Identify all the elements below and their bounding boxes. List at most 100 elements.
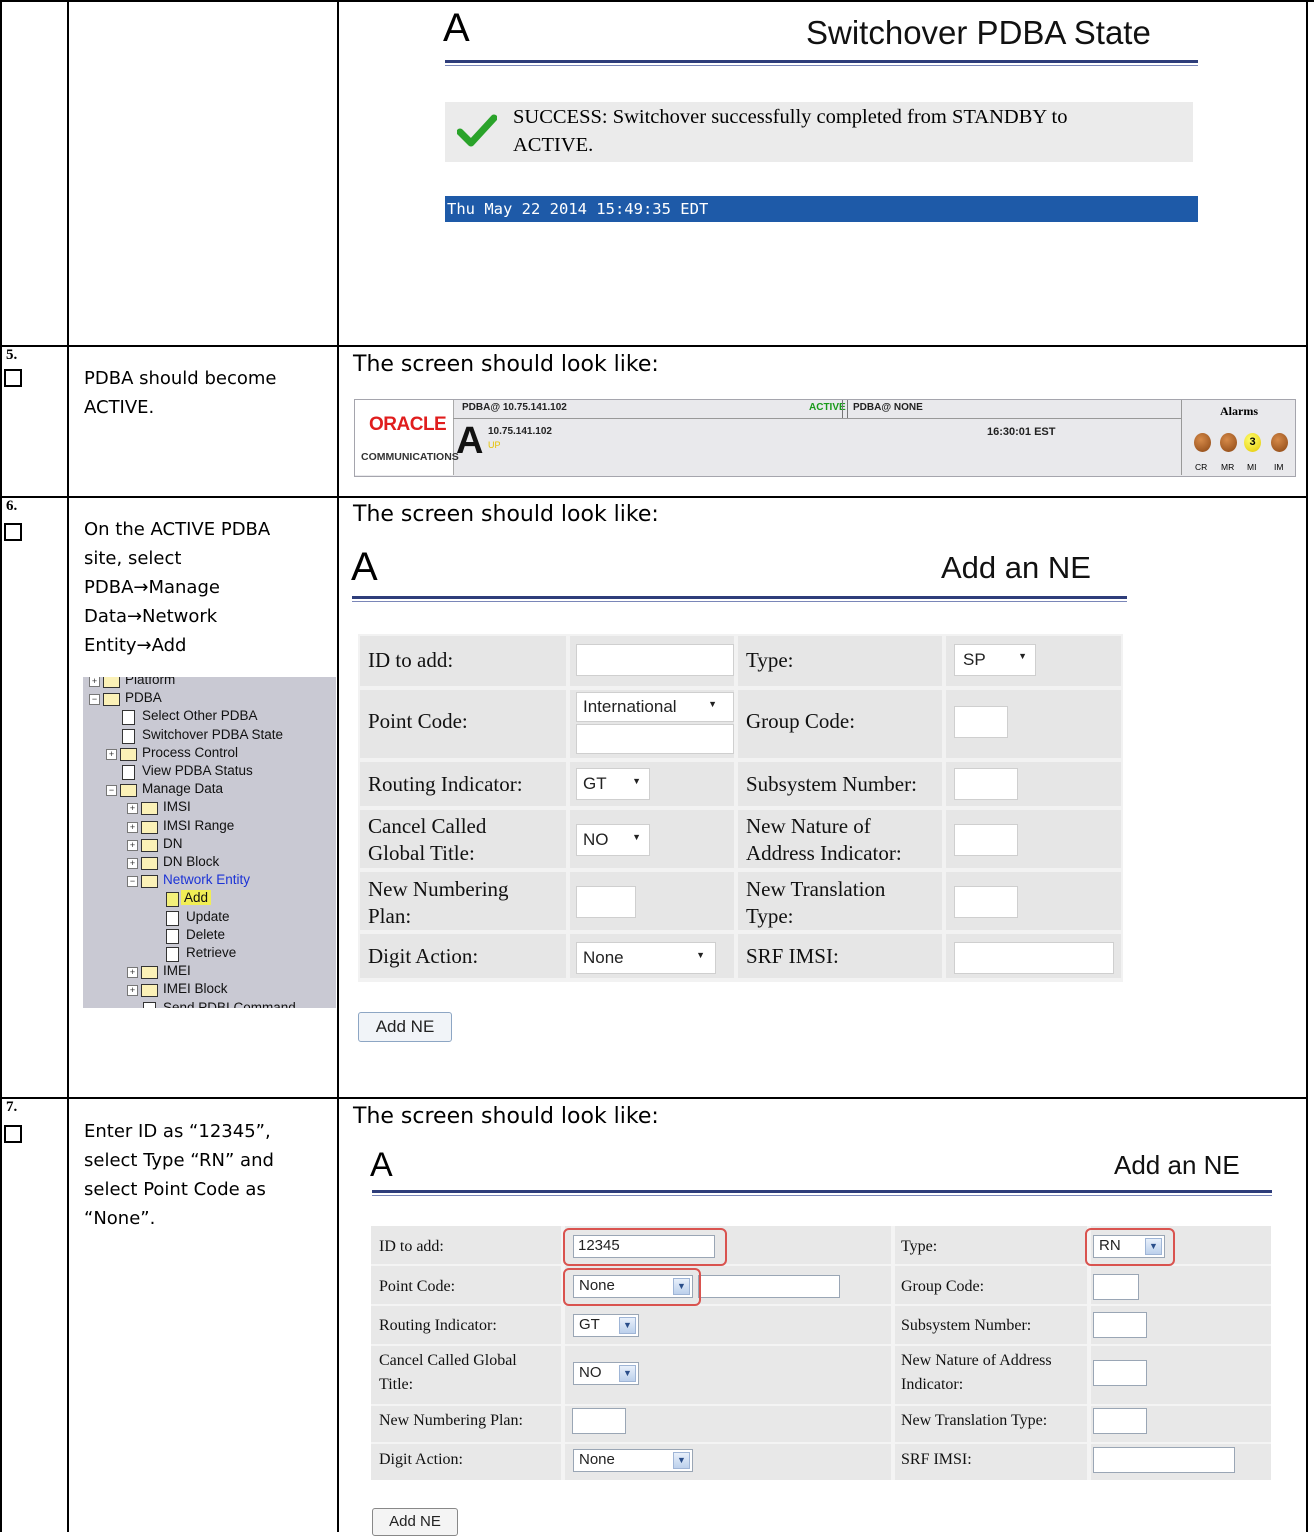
routing-indicator-label: Routing Indicator: <box>379 1317 497 1334</box>
tree-item-label: Network Entity <box>163 872 251 888</box>
expand-icon[interactable]: + <box>127 839 138 851</box>
type-select[interactable]: SP ▼ <box>954 644 1036 676</box>
tree-item-label: Add <box>181 890 212 906</box>
cancel-called-select[interactable]: NO ▼ <box>573 1362 639 1385</box>
srf-imsi-label: SRF IMSI: <box>746 944 839 968</box>
folder-icon <box>141 820 158 834</box>
document-icon <box>166 892 179 908</box>
collapse-icon[interactable]: − <box>106 785 117 797</box>
tree-item[interactable]: + IMSI Range <box>83 818 336 836</box>
id-input[interactable] <box>576 644 734 676</box>
tree-item-label: Platform <box>125 677 176 687</box>
instruction-line-1: Enter ID as “12345”, <box>84 1121 271 1142</box>
nnai-label-1: New Nature of Address <box>901 1352 1052 1369</box>
document-icon <box>166 928 179 944</box>
routing-indicator-select[interactable]: GT ▼ <box>576 768 650 800</box>
ntt-input[interactable] <box>954 886 1018 918</box>
expand-icon[interactable]: + <box>127 967 138 979</box>
tree-item[interactable]: + IMEI <box>83 963 336 981</box>
srf-imsi-input[interactable] <box>1093 1447 1235 1473</box>
srf-imsi-input[interactable] <box>954 942 1114 974</box>
tree-item[interactable]: Delete <box>83 927 336 945</box>
ntt-label: New Translation Type: <box>901 1412 1048 1429</box>
tree-item[interactable]: − Network Entity <box>83 872 336 890</box>
tree-item-label: Delete <box>186 926 226 942</box>
step-number: 5. <box>6 347 18 363</box>
cancel-called-value: NO <box>583 830 609 849</box>
step-checkbox[interactable] <box>4 523 22 541</box>
step-heading: The screen should look like: <box>353 502 659 527</box>
expand-icon[interactable]: + <box>127 858 138 869</box>
alarm-cr-icon[interactable] <box>1194 433 1211 452</box>
collapse-icon[interactable]: − <box>127 876 138 888</box>
group-code-input[interactable] <box>1093 1274 1139 1300</box>
folder-open-icon <box>103 693 120 707</box>
subsystem-number-input[interactable] <box>954 768 1018 800</box>
tree-item[interactable]: View PDBA Status <box>83 763 336 781</box>
point-code-label: Point Code: <box>368 709 468 733</box>
step-heading: The screen should look like: <box>353 352 659 377</box>
alarm-mi-icon[interactable]: 3 <box>1244 433 1261 452</box>
tree-item[interactable]: − Manage Data <box>83 781 336 799</box>
cancel-called-select[interactable]: NO ▼ <box>576 824 650 856</box>
tree-item[interactable]: + DN <box>83 836 336 854</box>
collapse-icon[interactable]: − <box>89 694 100 706</box>
ntt-input[interactable] <box>1093 1408 1147 1434</box>
tree-item-label: DN Block <box>163 854 220 869</box>
tree-item[interactable]: − PDBA <box>83 690 336 708</box>
expand-icon[interactable]: + <box>106 748 117 760</box>
nnai-input[interactable] <box>1093 1360 1147 1386</box>
tree-item[interactable]: + DN Block <box>83 854 336 872</box>
tree-item[interactable]: + IMEI Block <box>83 981 336 999</box>
tree-item[interactable]: Send PDBI Command <box>83 1000 336 1008</box>
tree-item[interactable]: + Platform <box>83 677 336 690</box>
tree-item-label: Update <box>186 908 230 924</box>
type-value: SP <box>963 650 986 669</box>
tree-item[interactable]: Switchover PDBA State <box>83 727 336 745</box>
folder-icon <box>141 857 158 870</box>
folder-open-icon <box>141 875 158 889</box>
tree-item[interactable]: + Process Control <box>83 745 336 763</box>
step-checkbox[interactable] <box>4 1125 22 1143</box>
nnp-label-2: Plan: <box>368 904 412 928</box>
nnai-input[interactable] <box>954 824 1018 856</box>
tree-item[interactable]: Retrieve <box>83 945 336 963</box>
alarm-mi-count: 3 <box>1249 436 1256 448</box>
expand-icon[interactable]: + <box>127 821 138 833</box>
expand-icon[interactable]: + <box>127 985 138 997</box>
group-code-input[interactable] <box>954 706 1008 738</box>
nnp-input[interactable] <box>572 1408 626 1434</box>
digit-action-value: None <box>579 1451 615 1468</box>
tree-item[interactable]: + IMSI <box>83 799 336 817</box>
dropdown-icon: ▼ <box>632 832 641 842</box>
point-code-select[interactable]: International ▼ <box>576 692 734 722</box>
logo-letter: A <box>351 545 378 589</box>
tree-item[interactable]: Add <box>83 890 336 908</box>
id-label: ID to add: <box>379 1238 444 1255</box>
instruction-line-1: PDBA should become <box>84 368 277 389</box>
add-ne-form: ID to add: Type: Point Code: Group Code:… <box>371 1226 1271 1480</box>
digit-action-select[interactable]: None ▼ <box>576 942 716 974</box>
folder-open-icon <box>120 784 137 798</box>
title-rule <box>352 596 1127 602</box>
document-icon <box>143 1001 156 1008</box>
tree-item[interactable]: Update <box>83 909 336 927</box>
point-code-input[interactable] <box>576 724 734 754</box>
routing-indicator-select[interactable]: GT ▼ <box>573 1314 639 1337</box>
alarm-im-icon[interactable] <box>1271 433 1288 452</box>
brand-box: ORACLE COMMUNICATIONS <box>355 400 459 475</box>
step-checkbox[interactable] <box>4 369 22 387</box>
subsystem-number-input[interactable] <box>1093 1312 1147 1338</box>
alarm-cr-label: CR <box>1195 462 1208 472</box>
document-icon <box>122 710 135 726</box>
add-ne-button[interactable]: Add NE <box>358 1012 452 1042</box>
alarm-mr-icon[interactable] <box>1220 433 1237 452</box>
instruction-line-3: select Point Code as <box>84 1179 266 1200</box>
digit-action-select[interactable]: None ▼ <box>573 1449 693 1472</box>
tree-item[interactable]: Select Other PDBA <box>83 708 336 726</box>
expand-icon[interactable]: + <box>127 803 138 815</box>
cancel-called-value: NO <box>579 1364 602 1381</box>
point-code-input[interactable] <box>698 1275 840 1298</box>
expand-icon[interactable]: + <box>89 677 100 687</box>
nnp-input[interactable] <box>576 886 636 918</box>
